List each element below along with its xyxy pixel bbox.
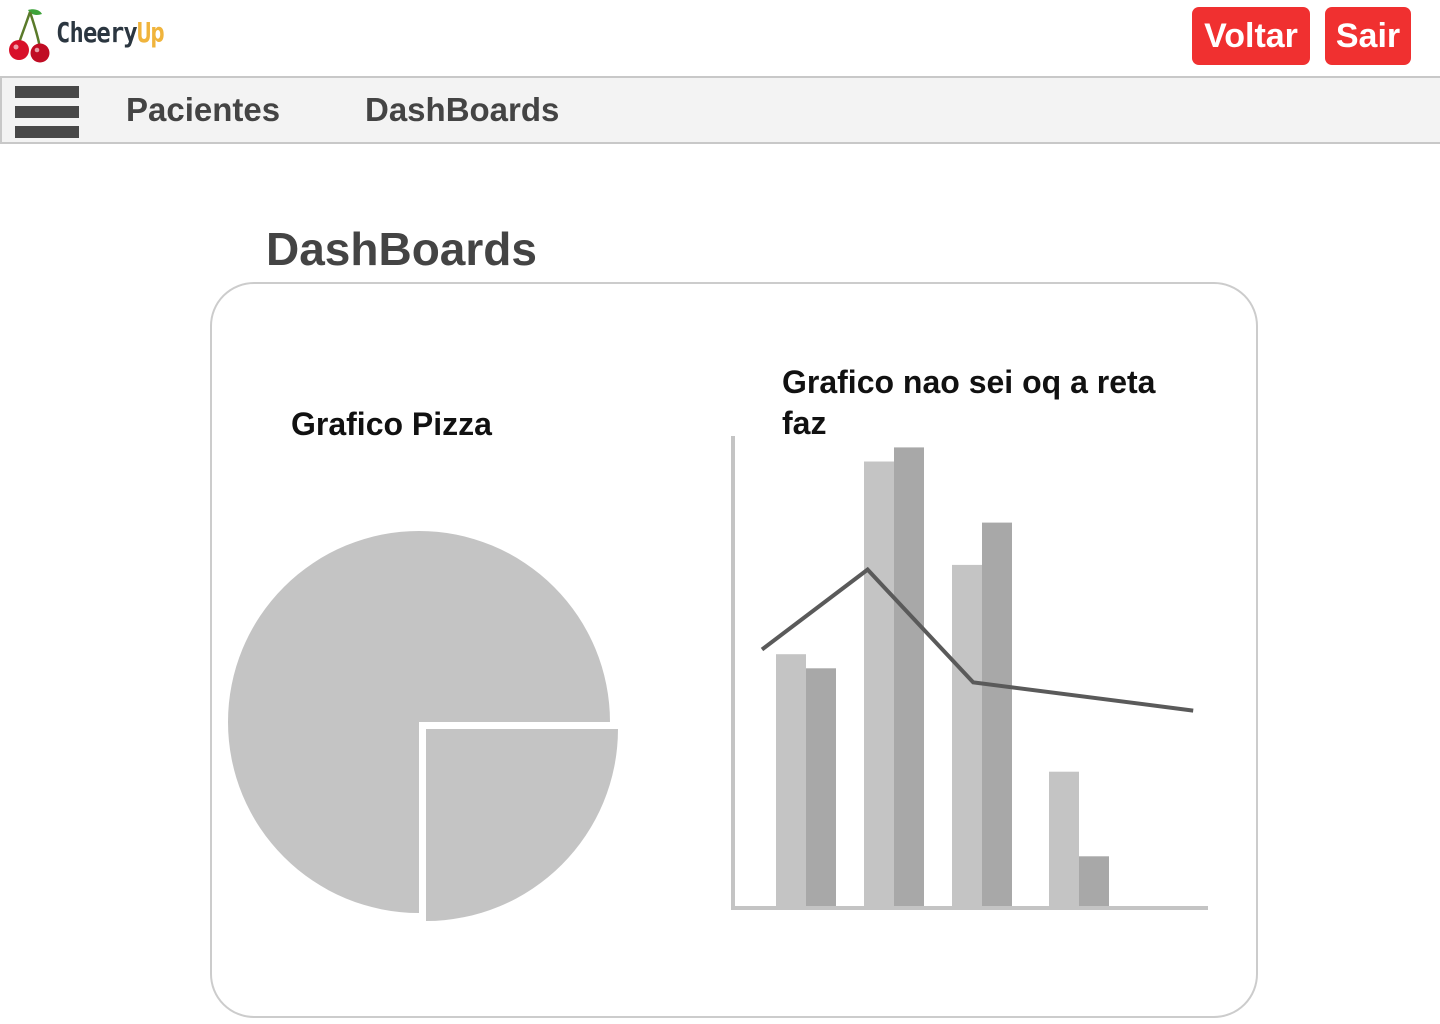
bar-series1-4: [1049, 771, 1079, 906]
bar-series2-2: [894, 447, 924, 906]
bar-series2-1: [806, 668, 836, 906]
pie-slice-small: [426, 729, 618, 921]
bar-series1-1: [776, 654, 806, 906]
bar-series1-2: [864, 461, 894, 906]
bar-series2-3: [982, 522, 1012, 906]
bar-series1-3: [952, 564, 982, 906]
bar-series2-4: [1079, 856, 1109, 906]
charts-canvas: [228, 436, 1208, 921]
